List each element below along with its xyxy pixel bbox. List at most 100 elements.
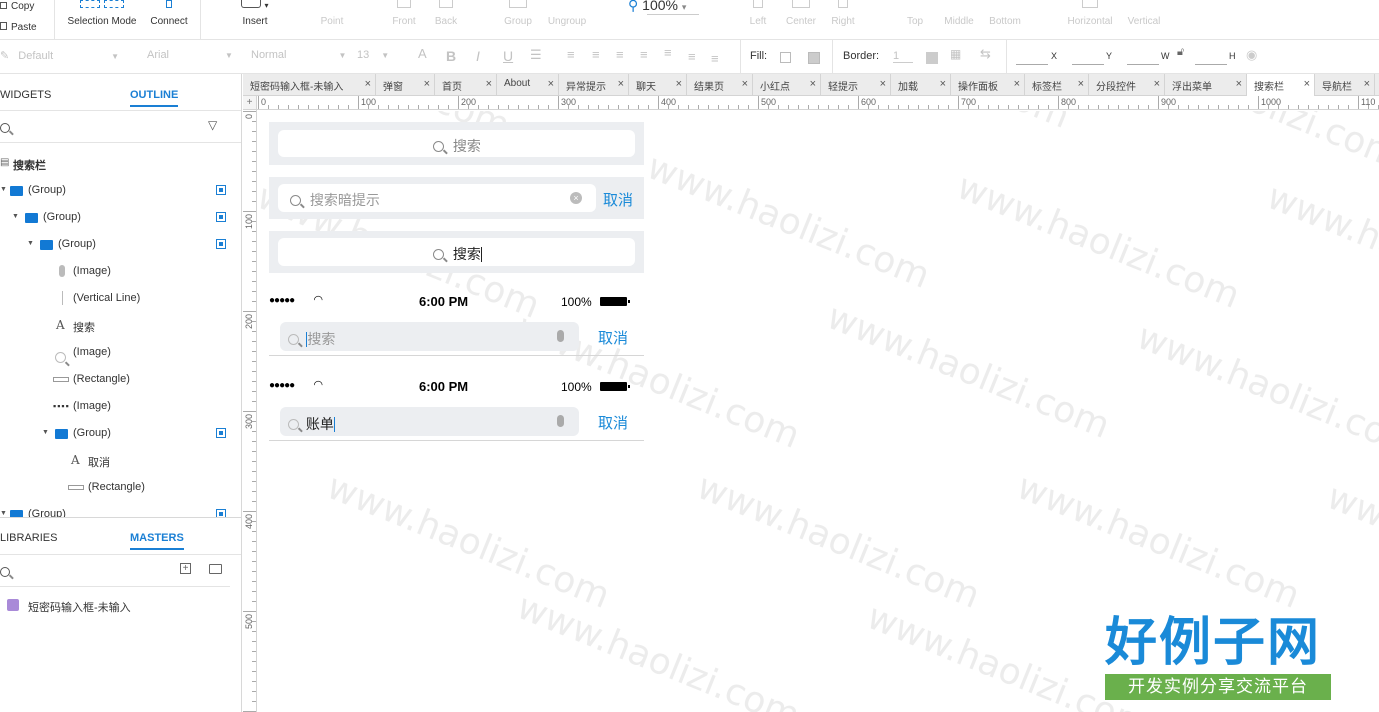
filter-icon[interactable]: ▽: [208, 118, 217, 132]
cancel-button[interactable]: 取消: [603, 189, 633, 210]
align-center-button[interactable]: Center: [782, 0, 820, 40]
checkbox[interactable]: [216, 212, 226, 222]
underline-button[interactable]: U: [503, 48, 513, 64]
tab-page[interactable]: 操作面板 ×: [951, 74, 1025, 96]
tab-page[interactable]: 标签栏 ×: [1025, 74, 1089, 96]
distribute-vertical-button[interactable]: Vertical: [1124, 0, 1164, 40]
checkbox[interactable]: [216, 428, 226, 438]
point-button[interactable]: Point: [312, 0, 352, 40]
checkbox[interactable]: [216, 239, 226, 249]
tab-page[interactable]: 异常提示 ×: [559, 74, 629, 96]
close-icon[interactable]: ×: [365, 78, 371, 90]
search-input[interactable]: 搜索: [280, 322, 579, 351]
search-icon[interactable]: [0, 564, 10, 578]
close-icon[interactable]: ×: [1304, 78, 1310, 90]
tab-page[interactable]: 小红点 ×: [753, 74, 821, 96]
search-bar-default[interactable]: 搜索: [269, 122, 644, 165]
checkbox[interactable]: [216, 185, 226, 195]
outline-row[interactable]: A 搜索: [0, 312, 241, 339]
zoom-control[interactable]: ⚲ 100% ▾: [628, 0, 686, 14]
align-middle-button[interactable]: Middle: [940, 0, 978, 40]
close-icon[interactable]: ×: [1236, 78, 1242, 90]
search-input[interactable]: 搜索: [278, 238, 635, 266]
search-input[interactable]: 搜索暗提示 ×: [278, 184, 596, 212]
fill-shadow-button[interactable]: [808, 52, 820, 64]
search-input[interactable]: 账单: [280, 407, 579, 436]
tab-outline[interactable]: OUTLINE: [130, 89, 179, 107]
text-align-left-icon[interactable]: ≡: [567, 47, 575, 62]
tab-widgets[interactable]: WIDGETS: [0, 89, 51, 101]
checkbox[interactable]: [216, 509, 226, 517]
outline-row[interactable]: (Image): [0, 339, 241, 366]
outline-row[interactable]: ▼ (Group): [0, 231, 241, 258]
outline-row[interactable]: ▼ (Group): [0, 501, 241, 517]
valign-middle-icon[interactable]: ≡: [688, 49, 696, 64]
border-color-swatch[interactable]: [926, 52, 938, 64]
close-icon[interactable]: ×: [940, 78, 946, 90]
close-icon[interactable]: ×: [486, 78, 492, 90]
ungroup-button[interactable]: Ungroup: [544, 0, 590, 40]
font-color-button[interactable]: A: [418, 46, 427, 61]
close-icon[interactable]: ×: [1154, 78, 1160, 90]
selection-mode-button[interactable]: Selection Mode: [62, 0, 142, 40]
close-icon[interactable]: ×: [810, 78, 816, 90]
outline-row[interactable]: A 取消: [0, 447, 241, 474]
tab-page[interactable]: 轻提示 ×: [821, 74, 891, 96]
arrow-style-icon[interactable]: ⇆: [980, 46, 991, 62]
tab-page[interactable]: 结果页 ×: [687, 74, 753, 96]
folder-icon[interactable]: [209, 564, 222, 574]
copy-button[interactable]: Copy: [0, 1, 34, 12]
w-input[interactable]: [1127, 64, 1159, 65]
paste-button[interactable]: Paste: [0, 22, 37, 33]
master-item[interactable]: 短密码输入框-未输入: [0, 592, 241, 619]
outline-row[interactable]: (Rectangle): [0, 366, 241, 393]
y-input[interactable]: [1072, 64, 1104, 65]
close-icon[interactable]: ×: [742, 78, 748, 90]
outline-row[interactable]: (Image): [0, 258, 241, 285]
fill-color-swatch[interactable]: [780, 52, 791, 63]
add-master-icon[interactable]: +: [180, 563, 191, 574]
tab-page[interactable]: 短密码输入框-未输入 ×: [243, 74, 376, 96]
outline-row[interactable]: (Rectangle): [0, 474, 241, 501]
tab-page[interactable]: 弹窗 ×: [376, 74, 435, 96]
font-dropdown[interactable]: Arial ▼: [147, 49, 233, 61]
tab-page[interactable]: 导航栏 ×: [1315, 74, 1375, 96]
bold-button[interactable]: B: [446, 48, 456, 64]
tab-page[interactable]: 加载 ×: [891, 74, 951, 96]
close-icon[interactable]: ×: [676, 78, 682, 90]
size-dropdown[interactable]: 13 ▼: [357, 49, 389, 61]
weight-dropdown[interactable]: Normal ▼: [251, 49, 346, 61]
align-right-button[interactable]: Right: [826, 0, 860, 40]
border-style-icon[interactable]: ▦: [950, 47, 961, 61]
search-bar-with-cancel[interactable]: 搜索暗提示 × 取消: [269, 177, 644, 219]
microphone-icon[interactable]: [557, 415, 564, 427]
outline-row[interactable]: ▪▪▪▪ (Image): [0, 393, 241, 420]
border-width-input[interactable]: 1: [893, 50, 913, 63]
text-justify-icon[interactable]: ≡: [640, 47, 648, 62]
distribute-horizontal-button[interactable]: Horizontal: [1064, 0, 1116, 40]
tab-page[interactable]: 分段控件 ×: [1089, 74, 1165, 96]
tab-page[interactable]: 聊天 ×: [629, 74, 687, 96]
connect-button[interactable]: Connect: [144, 0, 194, 40]
tab-page[interactable]: 搜索栏 ×: [1247, 74, 1315, 97]
close-icon[interactable]: ×: [1014, 78, 1020, 90]
align-bottom-button[interactable]: Bottom: [986, 0, 1024, 40]
tab-masters[interactable]: MASTERS: [130, 532, 184, 550]
close-icon[interactable]: ×: [1364, 78, 1370, 90]
group-button[interactable]: Group: [500, 0, 536, 40]
close-icon[interactable]: ×: [618, 78, 624, 90]
back-button[interactable]: Back: [428, 0, 464, 40]
outline-row[interactable]: ▼ (Group): [0, 420, 241, 447]
h-input[interactable]: [1195, 64, 1227, 65]
tab-libraries[interactable]: LIBRARIES: [0, 532, 57, 544]
clear-icon[interactable]: ×: [570, 192, 582, 204]
visibility-eye-icon[interactable]: ◉: [1246, 47, 1257, 63]
x-input[interactable]: [1016, 64, 1048, 65]
outline-page[interactable]: ▤ 搜索栏: [0, 150, 241, 177]
close-icon[interactable]: ×: [1078, 78, 1084, 90]
italic-button[interactable]: I: [476, 48, 480, 64]
align-left-button[interactable]: Left: [742, 0, 774, 40]
text-align-center-icon[interactable]: ≡: [592, 47, 600, 62]
outline-row[interactable]: ▼ (Group): [0, 204, 241, 231]
tab-page[interactable]: About ×: [497, 74, 559, 96]
